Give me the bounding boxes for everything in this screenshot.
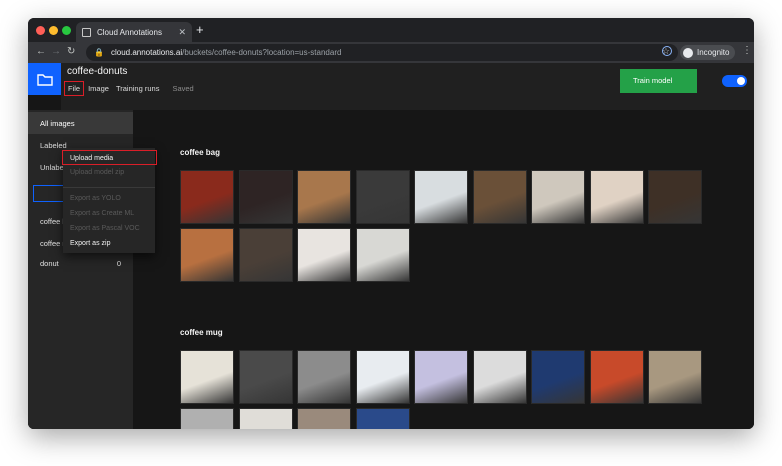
image-thumbnail[interactable]: [297, 350, 351, 404]
image-grid-area: coffee bag coffee mug: [133, 110, 754, 429]
export-pascal-voc-item[interactable]: Export as Pascal VOC: [63, 221, 155, 236]
file-menu-dropdown: Upload media Upload model zip Export as …: [62, 148, 157, 253]
image-thumbnail[interactable]: [180, 408, 234, 429]
toggle-knob: [737, 77, 745, 85]
close-window-button[interactable]: [36, 26, 45, 35]
export-zip-item[interactable]: Export as zip: [63, 236, 155, 251]
image-thumbnail[interactable]: [414, 170, 468, 224]
extension-icon[interactable]: [662, 46, 672, 56]
maximize-window-button[interactable]: [62, 26, 71, 35]
minimize-window-button[interactable]: [49, 26, 58, 35]
image-thumbnail[interactable]: [238, 170, 293, 224]
menu-training-runs[interactable]: Training runs: [113, 82, 163, 95]
app-root: coffee-donuts File Image Training runs S…: [28, 63, 754, 429]
image-thumbnail[interactable]: [238, 408, 293, 429]
app-header: coffee-donuts File Image Training runs S…: [61, 63, 754, 110]
image-thumbnail[interactable]: [355, 228, 410, 282]
new-tab-icon[interactable]: +: [196, 23, 204, 37]
image-thumbnail[interactable]: [180, 350, 234, 404]
image-thumbnail[interactable]: [180, 228, 234, 282]
incognito-label: Incognito: [697, 48, 730, 57]
image-thumbnail[interactable]: [355, 350, 410, 404]
image-thumbnail[interactable]: [472, 350, 527, 404]
url-text: cloud.annotations.ai/buckets/coffee-donu…: [110, 48, 342, 57]
favicon-icon: [82, 27, 91, 37]
image-thumbnail[interactable]: [297, 228, 351, 282]
image-thumbnail[interactable]: [472, 170, 527, 224]
forward-arrow-icon[interactable]: →: [51, 45, 61, 59]
section-title-coffee-bag: coffee bag: [180, 148, 221, 157]
image-thumbnail[interactable]: [531, 170, 585, 224]
browser-window: Cloud Annotations ✕ + ← → ↻ 🔒 cloud.anno…: [28, 18, 754, 429]
train-model-button[interactable]: Train model: [620, 69, 697, 93]
close-tab-icon[interactable]: ✕: [178, 27, 186, 38]
image-thumbnail[interactable]: [297, 408, 351, 429]
tab-strip: Cloud Annotations ✕ +: [28, 18, 754, 42]
label-name: donut: [40, 258, 59, 268]
image-thumbnail[interactable]: [355, 170, 410, 224]
auto-label-toggle[interactable]: [722, 75, 747, 87]
label-row[interactable]: donut 0: [28, 253, 133, 273]
filter-all-images[interactable]: All images: [28, 112, 133, 134]
reload-icon[interactable]: ↻: [67, 45, 75, 59]
menu-file[interactable]: File: [64, 81, 85, 96]
bucket-title: coffee-donuts: [67, 66, 128, 77]
tab-title: Cloud Annotations: [97, 27, 162, 37]
browser-toolbar: ← → ↻ 🔒 cloud.annotations.ai/buckets/cof…: [28, 42, 754, 63]
browser-menu-icon[interactable]: ⋮: [742, 45, 752, 56]
image-thumbnail[interactable]: [531, 350, 585, 404]
image-thumbnail[interactable]: [648, 350, 702, 404]
image-thumbnail[interactable]: [238, 350, 293, 404]
image-thumbnail[interactable]: [297, 170, 351, 224]
image-thumbnail[interactable]: [238, 228, 293, 282]
label-count: 0: [116, 258, 121, 268]
image-thumbnail[interactable]: [355, 408, 410, 429]
image-thumbnail[interactable]: [180, 170, 234, 224]
upload-media-item[interactable]: Upload media: [62, 150, 157, 165]
save-status: Saved: [172, 84, 194, 93]
browser-tab[interactable]: Cloud Annotations ✕: [76, 22, 192, 42]
export-create-ml-item[interactable]: Export as Create ML: [63, 206, 155, 221]
image-thumbnail[interactable]: [589, 350, 644, 404]
upload-model-zip-item[interactable]: Upload model zip: [63, 165, 155, 180]
image-thumbnail[interactable]: [648, 170, 702, 224]
incognito-icon: [683, 47, 693, 58]
menu-image[interactable]: Image: [85, 82, 112, 95]
address-bar[interactable]: 🔒 cloud.annotations.ai/buckets/coffee-do…: [86, 44, 678, 61]
export-yolo-item[interactable]: Export as YOLO: [63, 191, 155, 206]
image-thumbnail[interactable]: [589, 170, 644, 224]
back-arrow-icon[interactable]: ←: [36, 45, 46, 59]
image-thumbnail[interactable]: [414, 350, 468, 404]
section-title-coffee-mug: coffee mug: [180, 328, 223, 337]
folder-icon[interactable]: [28, 63, 61, 95]
lock-icon: 🔒: [94, 48, 104, 57]
menu-divider: [63, 187, 155, 188]
incognito-badge[interactable]: Incognito: [680, 45, 736, 60]
menu-bar: File Image Training runs Saved: [64, 81, 194, 96]
